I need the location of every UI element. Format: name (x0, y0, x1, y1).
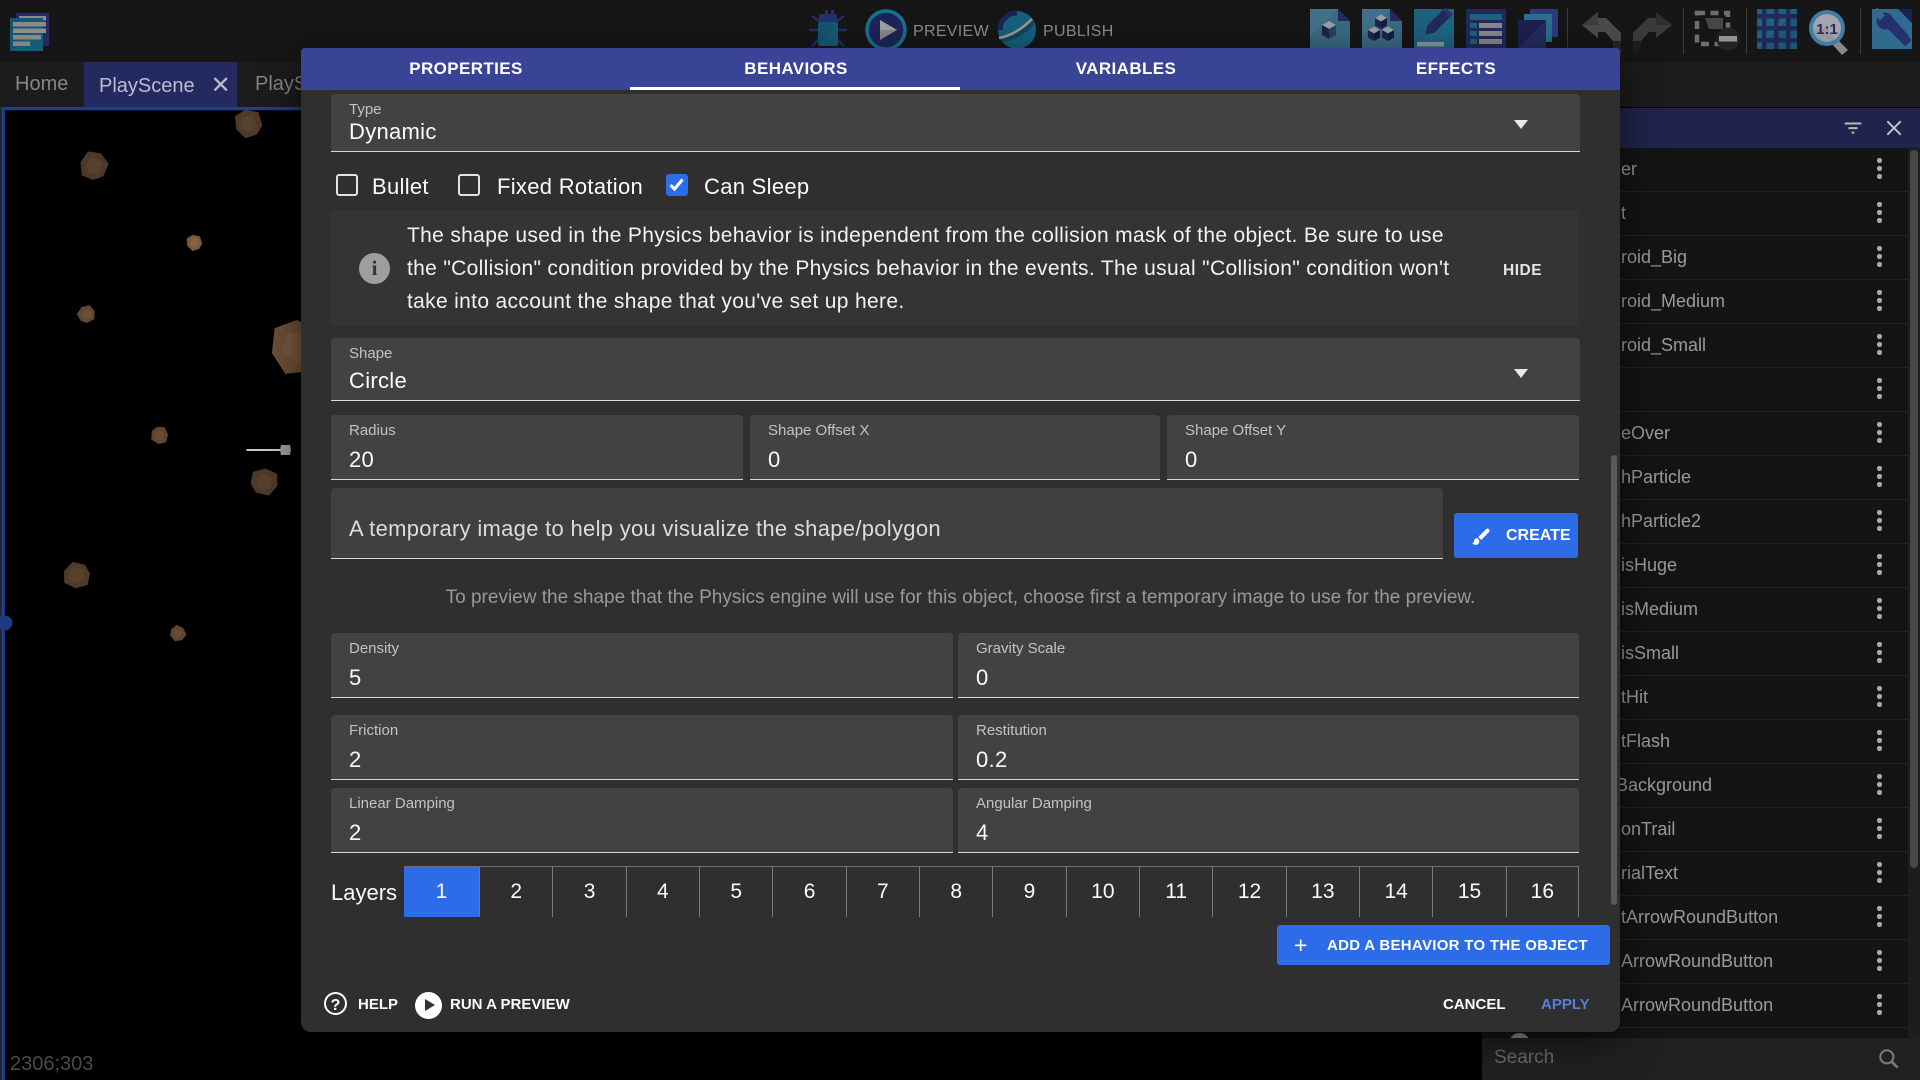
svg-text:1:1: 1:1 (1816, 21, 1838, 38)
